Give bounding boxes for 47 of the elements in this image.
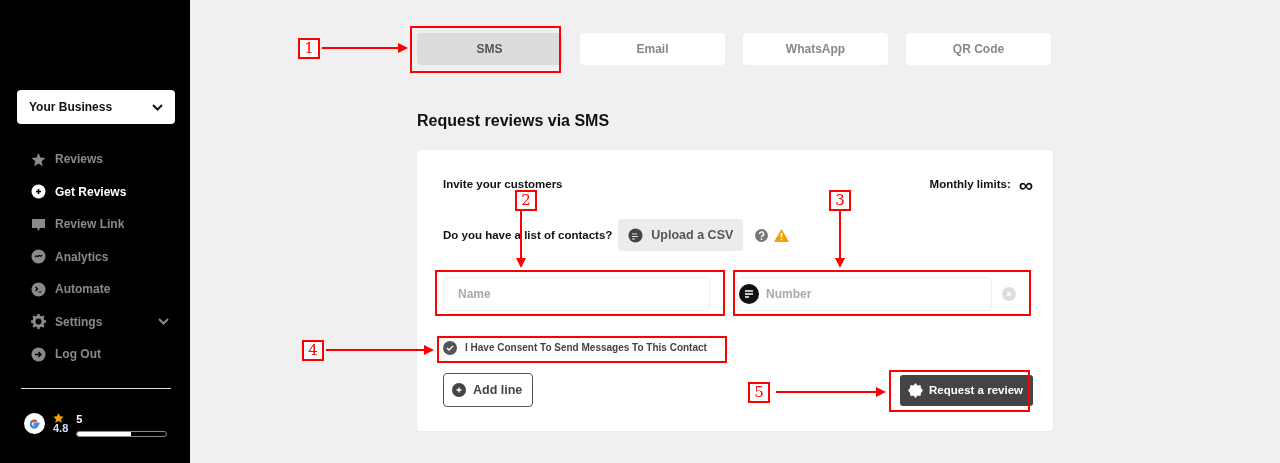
warning-icon [774, 228, 790, 242]
tab[interactable]: SMS [417, 33, 562, 65]
rating-score: 4.8 [53, 423, 69, 435]
annotation-number: 4 [302, 340, 324, 361]
plus-circle-icon [31, 184, 46, 200]
chat-bubble-icon [31, 216, 46, 232]
checkbox-icon[interactable] [443, 340, 457, 355]
annotation-number: 2 [515, 190, 537, 211]
sidebar-item[interactable]: Reviews [17, 143, 175, 176]
section-heading: Request reviews via SMS [417, 111, 611, 131]
sidebar-item[interactable]: Log Out [17, 338, 175, 371]
settings-icon [31, 314, 46, 330]
limits-label: Monthly limits: [929, 177, 1011, 192]
limits-value: ∞ [1018, 177, 1033, 192]
tab[interactable]: QR Code [906, 33, 1051, 65]
chart-circle-icon [31, 249, 46, 265]
upload-button[interactable]: Upload a CSV [618, 219, 744, 252]
tab[interactable]: Email [580, 33, 725, 65]
number-field[interactable]: Number [737, 277, 992, 312]
add-line-button[interactable]: Add line [443, 373, 534, 408]
chevron-down-icon [152, 103, 163, 111]
terminal-icon [31, 281, 46, 297]
tab[interactable]: WhatsApp [743, 33, 888, 65]
badge-icon [908, 382, 924, 398]
help-icon [755, 228, 769, 242]
star-icon [53, 413, 64, 424]
document-circle-icon [628, 227, 644, 243]
review-count: 5 [76, 411, 84, 427]
name-field[interactable]: Name [443, 277, 710, 312]
arrow-circle-icon [31, 346, 46, 362]
sidebar-item[interactable]: Analytics [17, 240, 175, 273]
form-title: Invite your customers [443, 177, 563, 192]
annotation-number: 5 [748, 382, 770, 403]
sidebar-item[interactable]: Review Link [17, 208, 175, 241]
business-dropdown[interactable]: Your Business [17, 90, 175, 124]
sidebar-item[interactable]: Settings [17, 305, 175, 338]
contacts-question: Do you have a list of contacts? [443, 227, 613, 243]
annotation-number: 1 [298, 38, 320, 59]
sidebar-item[interactable]: Get Reviews [17, 175, 175, 208]
consent-label: I Have Consent To Send Messages To This Contact [465, 341, 707, 356]
plus-circle-icon [452, 383, 466, 398]
star-icon [31, 151, 46, 167]
message-icon [739, 284, 759, 305]
request-review-button[interactable]: Request a review [900, 374, 1033, 406]
annotation-number: 3 [829, 190, 851, 211]
google-logo-icon [24, 413, 45, 435]
sidebar-item[interactable]: Automate [17, 273, 175, 306]
